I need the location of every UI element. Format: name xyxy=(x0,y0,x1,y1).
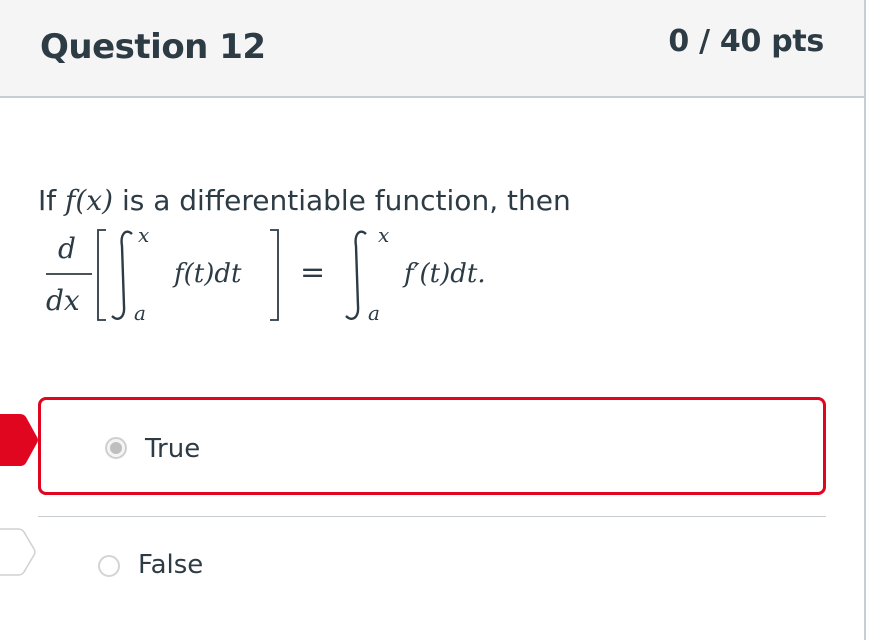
formula-upper-left: x xyxy=(138,223,149,247)
integral-sign-left xyxy=(111,230,133,320)
question-title: Question 12 xyxy=(40,27,266,67)
arrow-marker-outline-icon xyxy=(0,528,36,576)
right-bracket xyxy=(270,229,279,321)
arrow-marker-red-icon xyxy=(0,414,38,466)
question-points: 0 / 40 pts xyxy=(668,24,824,59)
formula-integrand-left: f(t)dt xyxy=(172,259,242,289)
formula-upper-right: x xyxy=(378,223,389,247)
question-text-prefix: If xyxy=(38,184,57,217)
question-text: If f(x) is a differentiable function, th… xyxy=(38,184,571,217)
radio-button-selected[interactable] xyxy=(105,437,127,459)
question-text-suffix: is a differentiable function, then xyxy=(113,184,571,217)
formula-dx: dx xyxy=(46,284,80,317)
answer-label-true: True xyxy=(145,434,201,464)
question-header: Question 12 0 / 40 pts xyxy=(0,0,864,98)
question-text-function: f(x) xyxy=(65,184,114,217)
formula-svg: d dx x a f(t)dt = x a f′(t)dt. xyxy=(46,223,486,325)
formula-equals: = xyxy=(300,255,325,290)
left-bracket xyxy=(97,229,106,321)
question-formula: d dx x a f(t)dt = x a f′(t)dt. xyxy=(38,222,598,332)
formula-lower-right: a xyxy=(368,301,380,325)
radio-button-empty[interactable] xyxy=(98,555,120,577)
formula-integrand-right: f′(t)dt. xyxy=(402,259,486,289)
answer-option-true[interactable]: True xyxy=(38,397,826,495)
answer-label-false: False xyxy=(138,550,204,580)
panel-border xyxy=(864,0,866,640)
formula-lower-left: a xyxy=(134,301,146,325)
quiz-question-panel: Question 12 0 / 40 pts If f(x) is a diff… xyxy=(0,0,869,640)
formula-d: d xyxy=(58,232,76,265)
answer-option-false[interactable]: False xyxy=(38,516,826,614)
integral-sign-right xyxy=(345,230,367,320)
radio-dot-icon xyxy=(110,442,122,454)
